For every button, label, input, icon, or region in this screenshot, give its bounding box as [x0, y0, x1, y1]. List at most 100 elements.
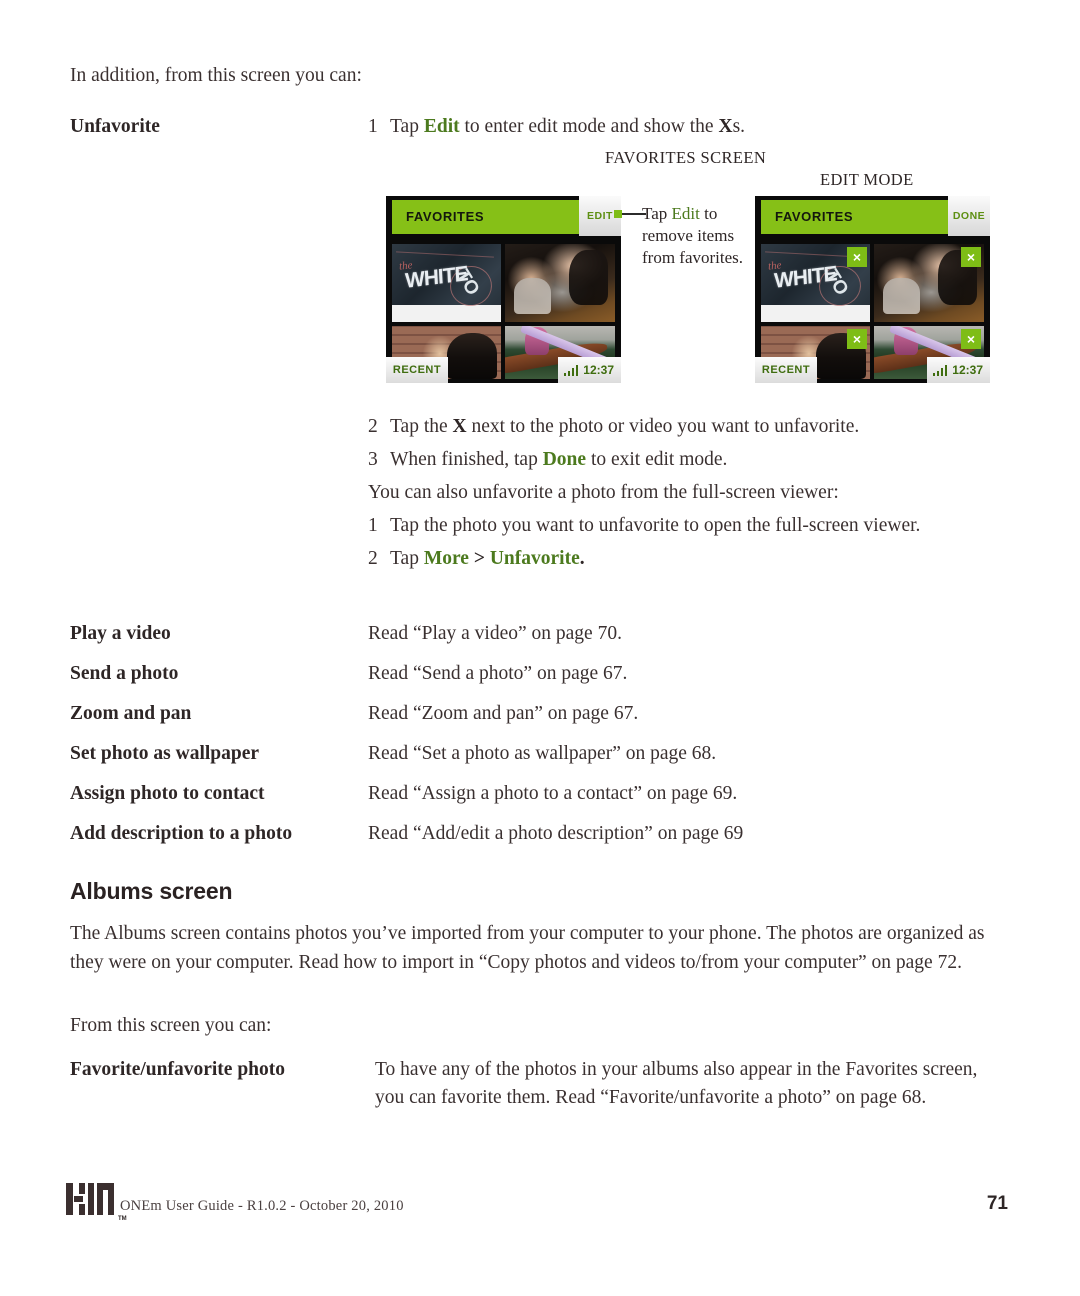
- remove-from-favorites-icon[interactable]: ×: [961, 247, 981, 267]
- step-text: Tap the photo you want to unfavorite to …: [390, 515, 921, 536]
- definition-description: To have any of the photos in your albums…: [375, 1059, 978, 1108]
- step1-tail: s.: [732, 116, 746, 137]
- recent-tab[interactable]: RECENT: [386, 357, 448, 383]
- status-bar-right: 12:37: [557, 357, 621, 383]
- callout-annotation: Tap Edit to remove items from favorites.: [642, 203, 754, 269]
- definition-term: Assign photo to contact: [70, 783, 265, 804]
- keyword-edit: Edit: [423, 116, 460, 137]
- photo-thumbnail[interactable]: the WHITE TO ×: [761, 244, 870, 322]
- step5-pre: Tap: [390, 548, 424, 569]
- step-number: 1: [368, 116, 378, 137]
- definition-description: Read “Zoom and pan” on page 67.: [368, 703, 639, 724]
- phone-mock-favorites-screen: FAVORITES EDIT the WHITE TO RECENT 12:37: [386, 196, 621, 383]
- photo-thumbnail[interactable]: the WHITE TO: [392, 244, 501, 322]
- step-text: When finished, tap Done to exit edit mod…: [390, 446, 1008, 474]
- callout-line-3: from favorites.: [642, 248, 744, 267]
- step3-pre: When finished, tap: [390, 449, 543, 470]
- list-item: Zoom and pan Read “Zoom and pan” on page…: [70, 700, 1010, 728]
- keyword-done: Done: [542, 449, 587, 470]
- step-text: Tap More > Unfavorite.: [390, 545, 1008, 573]
- list-item: Assign photo to contact Read “Assign a p…: [70, 780, 1010, 808]
- definition-term: Add description to a photo: [70, 823, 293, 844]
- step-number: 3: [368, 449, 378, 470]
- definition-term: Favorite/unfavorite photo: [70, 1059, 286, 1080]
- remove-from-favorites-icon[interactable]: ×: [961, 329, 981, 349]
- intro-line: In addition, from this screen you can:: [70, 65, 362, 86]
- unfavorite-step-3: 3 When finished, tap Done to exit edit m…: [368, 446, 1008, 474]
- phone-screen-title: FAVORITES: [406, 209, 485, 224]
- favorites-actions-list: Play a video Read “Play a video” on page…: [70, 620, 1010, 860]
- unfavorite-step-1: 1 Tap Edit to enter edit mode and show t…: [368, 113, 1008, 146]
- remove-from-favorites-icon[interactable]: ×: [847, 247, 867, 267]
- done-button[interactable]: DONE: [948, 196, 990, 236]
- recent-tab[interactable]: RECENT: [755, 357, 817, 383]
- step-number: 1: [368, 515, 378, 536]
- list-item: Set photo as wallpaper Read “Set a photo…: [70, 740, 1010, 768]
- page-number: 71: [986, 1193, 1008, 1214]
- definition-description: Read “Play a video” on page 70.: [368, 623, 622, 644]
- recent-tab-label: RECENT: [392, 364, 442, 376]
- step5-separator: >: [468, 548, 490, 569]
- unfavorite-steps-continued: 2 Tap the X next to the photo or video y…: [368, 413, 1008, 578]
- step2-post: next to the photo or video you want to u…: [466, 416, 860, 437]
- definition-term: Zoom and pan: [70, 703, 192, 724]
- definition-term: Set photo as wallpaper: [70, 743, 260, 764]
- step5-post: .: [579, 548, 585, 569]
- figure-favorites-edit-mode: FAVORITES SCREEN EDIT MODE FAVORITES EDI…: [380, 148, 1000, 388]
- term-unfavorite: Unfavorite: [70, 116, 160, 137]
- albums-actions-list: Favorite/unfavorite photo To have any of…: [70, 1056, 1010, 1124]
- phone-screen-title: FAVORITES: [775, 209, 854, 224]
- figure-caption-edit-mode: EDIT MODE: [820, 170, 914, 189]
- chalk-stroke: [396, 251, 494, 258]
- list-item: Send a photo Read “Send a photo” on page…: [70, 660, 1010, 688]
- figure-caption-favorites-screen: FAVORITES SCREEN: [605, 148, 767, 167]
- definition-description: Read “Send a photo” on page 67.: [368, 663, 628, 684]
- step-number: 2: [368, 548, 378, 569]
- edit-button-label: EDIT: [587, 210, 613, 222]
- definition-description: Read “Assign a photo to a contact” on pa…: [368, 783, 738, 804]
- step-text: Tap Edit to enter edit mode and show the…: [390, 113, 1008, 141]
- albums-from-line: From this screen you can:: [70, 1015, 272, 1036]
- status-clock: 12:37: [583, 363, 614, 377]
- step-number: 2: [368, 416, 378, 437]
- albums-paragraph: The Albums screen contains photos you’ve…: [70, 923, 985, 973]
- step1-post: to enter edit mode and show the: [459, 116, 719, 137]
- keyword-x: X: [452, 416, 467, 437]
- recent-tab-label: RECENT: [761, 364, 811, 376]
- trademark-symbol: TM: [118, 1216, 127, 1222]
- unfavorite-viewer-step-2: 2 Tap More > Unfavorite.: [368, 545, 1008, 573]
- unfavorite-step-2: 2 Tap the X next to the photo or video y…: [368, 413, 1008, 441]
- step1-pre: Tap: [390, 116, 424, 137]
- keyword-unfavorite: Unfavorite: [489, 548, 580, 569]
- keyword-x: X: [718, 116, 733, 137]
- remove-from-favorites-icon[interactable]: ×: [847, 329, 867, 349]
- definition-term: Play a video: [70, 623, 171, 644]
- callout-line-2: remove items: [642, 226, 735, 245]
- callout-keyword-edit: Edit: [671, 204, 700, 223]
- document-page: In addition, from this screen you can: U…: [0, 0, 1080, 1296]
- footer-guide-text: ONEm User Guide - R1.0.2 - October 20, 2…: [120, 1198, 404, 1214]
- list-item: Favorite/unfavorite photo To have any of…: [70, 1056, 1010, 1112]
- unfavorite-note: You can also unfavorite a photo from the…: [368, 482, 839, 503]
- callout-line-1: Tap Edit to: [642, 203, 754, 225]
- photo-party: [505, 244, 615, 322]
- kin-logo-icon: [66, 1183, 114, 1215]
- photo-thumbnail[interactable]: ×: [874, 244, 984, 322]
- step2-pre: Tap the: [390, 416, 453, 437]
- photo-thumbnail[interactable]: [505, 244, 615, 322]
- callout-anchor-dot: [614, 210, 622, 218]
- list-item: Add description to a photo Read “Add/edi…: [70, 820, 1010, 848]
- definition-description: Read “Add/edit a photo description” on p…: [368, 823, 744, 844]
- step-text: Tap the X next to the photo or video you…: [390, 413, 1008, 441]
- kin-logo: TM: [66, 1183, 127, 1222]
- definition-term: Send a photo: [70, 663, 179, 684]
- signal-strength-icon: [932, 364, 948, 376]
- signal-strength-icon: [563, 364, 579, 376]
- keyword-more: More: [423, 548, 469, 569]
- status-clock: 12:37: [952, 363, 983, 377]
- list-item: Play a video Read “Play a video” on page…: [70, 620, 1010, 648]
- callout-pre: Tap: [642, 204, 672, 223]
- definition-description: Read “Set a photo as wallpaper” on page …: [368, 743, 717, 764]
- callout-post: to: [699, 204, 718, 223]
- step3-post: to exit edit mode.: [586, 449, 728, 470]
